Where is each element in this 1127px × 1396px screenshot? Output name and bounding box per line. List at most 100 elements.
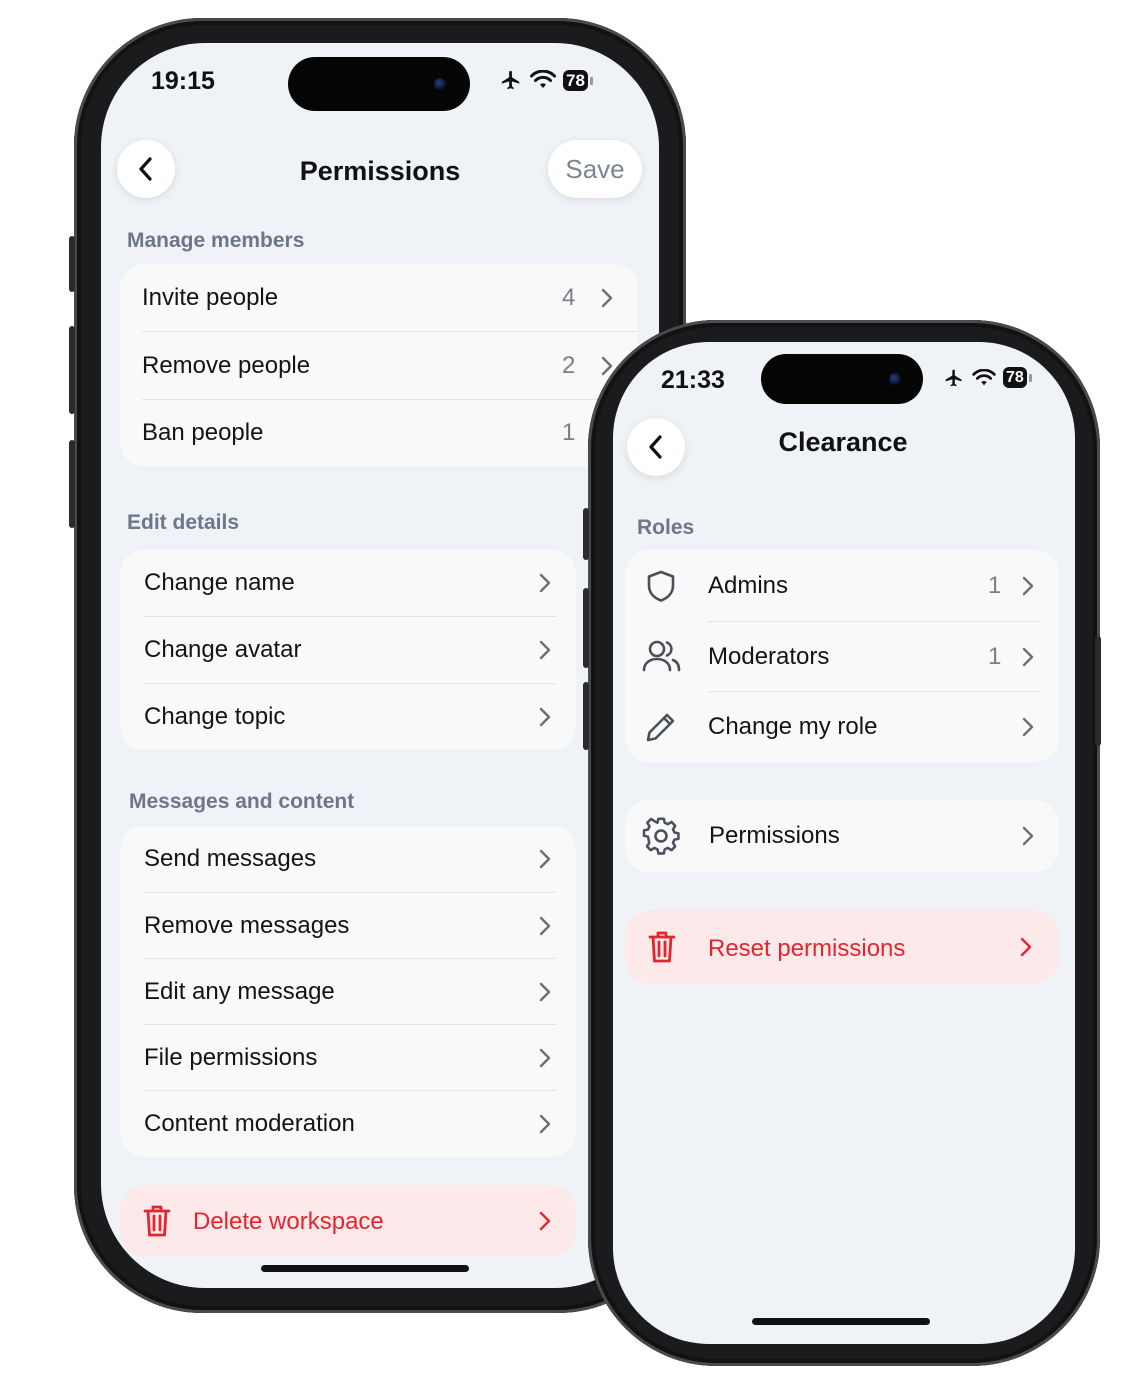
moderators-row[interactable]: Moderators 1 [625,622,1059,691]
dynamic-island [761,354,923,404]
chevron-right-icon [539,640,551,660]
chevron-right-icon [539,916,551,935]
row-label: Change topic [144,703,286,730]
edit-any-message-row[interactable]: Edit any message [120,959,576,1024]
clearance-screen: 21:33 78 Clearance Roles Admins 1 Modera… [613,342,1075,1344]
battery-icon: 78 [563,69,593,91]
change-my-role-row[interactable]: Change my role [625,692,1059,762]
permissions-row[interactable]: Permissions [625,800,1059,872]
volume-up-button [583,588,589,668]
danger-label: Reset permissions [708,935,906,962]
content-moderation-row[interactable]: Content moderation [120,1091,576,1157]
row-count: 1 [562,419,576,446]
home-indicator[interactable] [752,1318,930,1325]
save-button[interactable]: Save [548,140,642,198]
status-icons: 78 [943,367,1032,388]
chevron-right-icon [1022,717,1034,737]
back-button[interactable] [627,418,685,476]
danger-label: Delete workspace [193,1208,384,1235]
roles-card: Admins 1 Moderators 1 Change my role [625,550,1059,762]
page-title: Permissions [299,156,461,186]
page-title: Clearance [778,427,908,457]
permissions-screen: 19:15 78 Permissions Save Manage members… [101,43,659,1288]
camera-icon [434,78,446,90]
change-avatar-row[interactable]: Change avatar [120,617,576,683]
row-label: Content moderation [144,1110,355,1137]
trash-icon [648,931,676,963]
users-icon [642,640,681,672]
chevron-right-icon [539,573,551,593]
row-count: 4 [562,283,576,311]
change-name-row[interactable]: Change name [120,550,576,616]
action-button [69,236,75,292]
volume-down-button [583,682,589,750]
row-label: File permissions [144,1043,318,1071]
camera-icon [889,373,901,385]
admins-row[interactable]: Admins 1 [625,550,1059,621]
status-time: 19:15 [151,67,215,95]
row-count: 2 [562,351,576,379]
gear-icon [642,817,680,855]
chevron-right-icon [539,1114,551,1134]
airplane-icon [501,70,520,90]
back-button[interactable] [117,140,175,198]
home-indicator[interactable] [261,1265,469,1272]
row-label: Send messages [144,845,317,872]
row-count: 1 [988,571,1002,599]
chevron-right-icon [1020,937,1032,957]
dynamic-island [288,57,470,111]
manage-members-card: Invite people 4 Remove people 2 Ban peop… [120,264,638,466]
row-count: 1 [988,642,1002,670]
chevron-right-icon [1022,576,1034,595]
reset-permissions-button[interactable]: Reset permissions [625,910,1059,984]
file-permissions-row[interactable]: File permissions [120,1025,576,1090]
permissions-row-content: Permissions [625,800,1059,872]
wifi-icon [972,368,996,385]
chevron-right-icon [539,849,551,869]
section-label-roles: Roles [637,516,695,539]
status-icons: 78 [499,69,593,91]
section-label-manage-members: Manage members [127,229,305,252]
chevron-right-icon [539,1211,551,1231]
row-label: Admins [708,571,789,599]
row-label: Remove messages [144,911,350,939]
chevron-left-icon [139,157,152,181]
phone-clearance: 21:33 78 Clearance Roles Admins 1 Modera… [583,320,1101,1366]
remove-messages-row[interactable]: Remove messages [120,893,576,958]
row-label: Ban people [142,419,264,446]
chevron-right-icon [601,288,613,307]
wifi-icon [530,70,556,88]
edit-details-card: Change name Change avatar Change topic [120,550,576,750]
row-label: Edit any message [144,977,335,1005]
chevron-right-icon [539,707,551,727]
remove-people-row[interactable]: Remove people 2 [120,332,638,399]
change-topic-row[interactable]: Change topic [120,684,576,750]
section-label-messages-content: Messages and content [129,790,355,813]
row-label: Change avatar [144,636,302,663]
row-label: Remove people [142,351,311,379]
chevron-left-icon [649,435,662,459]
trash-icon [143,1205,171,1237]
shield-icon [647,570,675,602]
pencil-icon [646,713,675,742]
status-time: 21:33 [661,366,725,394]
chevron-right-icon [1022,647,1034,666]
chevron-right-icon [539,982,551,1001]
invite-people-row[interactable]: Invite people 4 [120,264,638,331]
power-button [1095,636,1101,746]
row-label: Permissions [709,822,840,849]
chevron-right-icon [539,1048,551,1067]
section-label-edit-details: Edit details [127,511,240,534]
chevron-right-icon [1022,826,1034,846]
messages-content-card: Send messages Remove messages Edit any m… [120,826,576,1157]
row-label: Change my role [708,713,878,740]
action-button [583,508,589,560]
airplane-icon [945,369,962,386]
row-label: Invite people [142,283,279,311]
delete-workspace-button[interactable]: Delete workspace [120,1185,576,1257]
row-label: Change name [144,569,295,596]
send-messages-row[interactable]: Send messages [120,826,576,892]
ban-people-row[interactable]: Ban people 1 [120,400,638,466]
volume-up-button [69,326,75,414]
battery-icon: 78 [1003,367,1032,388]
